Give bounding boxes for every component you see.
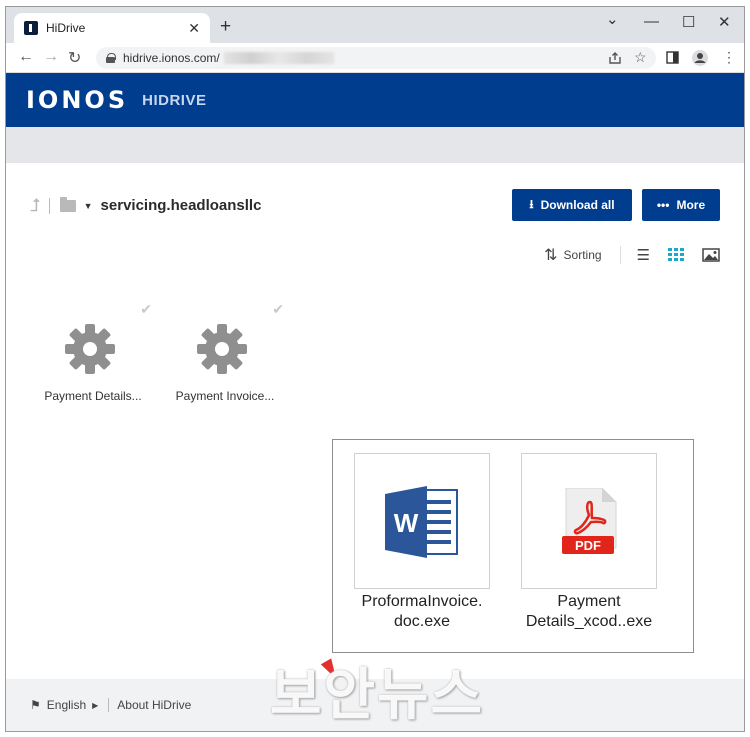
sorting-label[interactable]: Sorting (564, 248, 602, 262)
list-view-icon[interactable]: ☰ (637, 246, 650, 264)
document-thumbnail[interactable]: W (354, 453, 490, 589)
svg-text:W: W (394, 508, 419, 538)
document-name: Payment Details_xcod..exe (525, 593, 653, 630)
download-all-label: Download all (540, 198, 615, 212)
document-item[interactable]: PDF Payment Details_xcod..exe (521, 453, 657, 632)
tab-title: HiDrive (46, 21, 86, 35)
brand-header: IONOS HIDRIVE (6, 73, 744, 127)
minimize-button[interactable]: — (644, 13, 659, 30)
close-window-button[interactable]: ✕ (718, 13, 731, 31)
caret-down-icon[interactable]: ▼ (84, 201, 93, 211)
check-icon[interactable]: ✔ (272, 301, 284, 318)
document-item[interactable]: W ProformaInvoice. doc.exe (354, 453, 490, 632)
browser-menu-icon[interactable]: ⋮ (722, 49, 736, 66)
file-item[interactable]: ✔ Payment Details... (42, 301, 152, 411)
grid-view-icon[interactable] (668, 248, 684, 262)
profile-avatar-icon[interactable] (691, 49, 709, 67)
footer-divider (108, 698, 110, 712)
bookmark-star-icon[interactable]: ☆ (634, 49, 647, 66)
side-panel-icon[interactable] (666, 51, 679, 64)
tab-close-icon[interactable]: ✕ (188, 20, 200, 37)
url-redacted (223, 52, 334, 64)
maximize-button[interactable]: ☐ (682, 13, 695, 31)
download-all-button[interactable]: ⭳ Download all (512, 189, 632, 221)
language-selector[interactable]: English (47, 698, 86, 712)
view-divider (619, 246, 621, 264)
document-thumbnail[interactable]: PDF (521, 453, 657, 589)
browser-tab[interactable]: HiDrive ✕ (14, 13, 210, 43)
tab-strip: HiDrive ✕ + ⌄ — ☐ ✕ (6, 7, 744, 43)
flag-icon: ⚑ (30, 698, 41, 712)
word-icon: W (385, 486, 458, 558)
caret-right-icon: ▶ (92, 700, 99, 710)
folder-icon (59, 196, 76, 212)
pdf-icon: PDF (562, 488, 617, 554)
image-view-icon[interactable] (702, 248, 720, 262)
view-toolbar: ⇅ Sorting ☰ (544, 245, 720, 265)
watermark-text: 보안뉴스 (270, 663, 485, 728)
more-label: More (676, 198, 706, 212)
lock-icon[interactable] (106, 53, 116, 63)
back-arrow-icon[interactable]: ← (18, 48, 34, 66)
address-bar[interactable]: hidrive.ionos.com/ (96, 47, 656, 69)
pdf-badge: PDF (575, 538, 601, 553)
document-preview-panel: W ProformaInvoice. doc.exe PDF Payment D… (332, 439, 694, 653)
address-toolbar: ← → ↻ hidrive.ionos.com/ ☆ ⋮ (6, 43, 744, 73)
url-text: hidrive.ionos.com/ (123, 51, 220, 65)
gear-icon (65, 324, 115, 374)
about-link[interactable]: About HiDrive (117, 698, 191, 712)
breadcrumb: ⮥ ▼ servicing.headloansllc (30, 195, 261, 216)
reload-icon[interactable]: ↻ (68, 48, 81, 68)
file-item[interactable]: ✔ Payment Invoice... (174, 301, 284, 411)
file-name: Payment Details... (44, 389, 142, 403)
current-folder-name: servicing.headloansllc (100, 197, 262, 214)
more-button[interactable]: ••• More (642, 189, 720, 221)
new-tab-button[interactable]: + (220, 16, 231, 38)
check-icon[interactable]: ✔ (140, 301, 152, 318)
gear-icon (197, 324, 247, 374)
sort-icon[interactable]: ⇅ (544, 245, 557, 265)
product-name: HIDRIVE (142, 91, 207, 109)
document-name: ProformaInvoice. doc.exe (361, 593, 483, 630)
ionos-logo[interactable]: IONOS (26, 86, 128, 114)
share-icon[interactable] (608, 51, 622, 65)
favicon-icon (24, 21, 38, 35)
file-name: Payment Invoice... (175, 389, 275, 403)
tab-search-icon[interactable]: ⌄ (606, 10, 619, 28)
secondary-bar (6, 127, 744, 163)
download-icon: ⭳ (529, 196, 534, 211)
more-dots-icon: ••• (656, 198, 670, 212)
breadcrumb-divider (48, 197, 50, 214)
folder-up-icon[interactable]: ⮥ (30, 195, 41, 216)
forward-arrow-icon[interactable]: → (43, 48, 59, 66)
